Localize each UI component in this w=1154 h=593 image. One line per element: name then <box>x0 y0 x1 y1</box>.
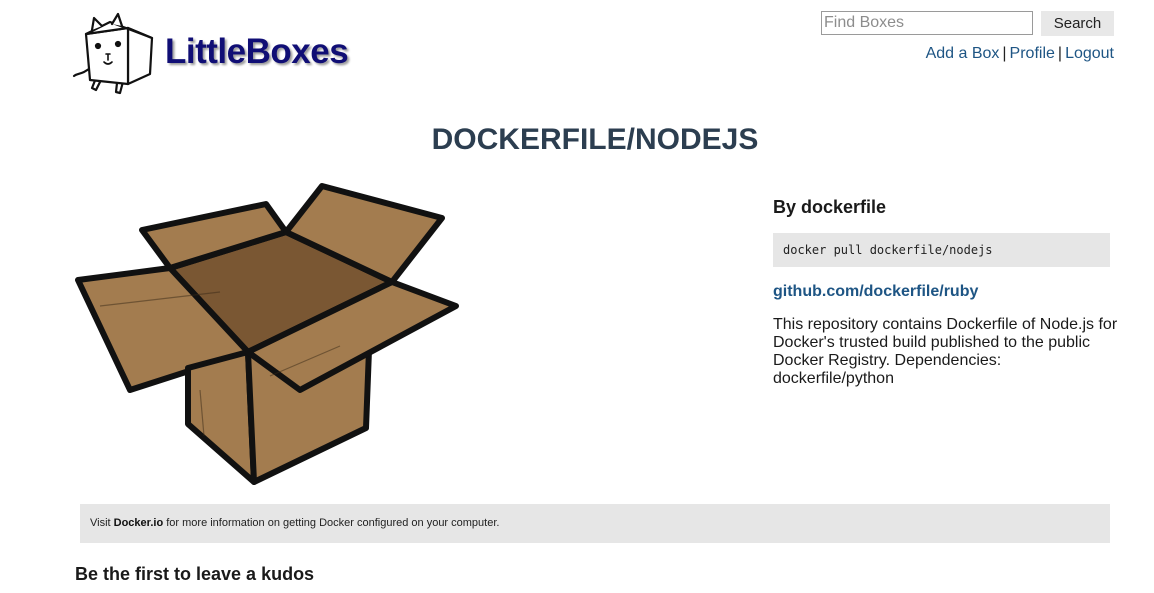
add-box-link[interactable]: Add a Box <box>926 45 1000 62</box>
nav-separator: | <box>1002 45 1007 62</box>
docker-pull-command[interactable]: docker pull dockerfile/nodejs <box>773 233 1110 267</box>
page-title: DOCKERFILE/NODEJS <box>431 123 759 156</box>
page: LittleBoxes Search Add a Box|Profile|Log… <box>0 0 1154 593</box>
docker-info-banner: Visit Docker.io for more information on … <box>80 504 1110 543</box>
kudos-heading: Be the first to leave a kudos <box>75 564 315 584</box>
github-repo-link[interactable]: github.com/dockerfile/ruby <box>773 282 978 302</box>
info-suffix: for more information on getting Docker c… <box>163 517 500 529</box>
box-cat-logo-icon[interactable] <box>70 8 160 98</box>
docker-io-link[interactable]: Docker.io <box>114 517 164 529</box>
user-nav: Add a Box | Profile | Logout <box>926 44 1114 64</box>
info-prefix: Visit <box>90 517 114 529</box>
profile-link[interactable]: Profile <box>1010 45 1055 62</box>
search-input[interactable] <box>821 11 1033 35</box>
search-button[interactable]: Search <box>1041 11 1114 36</box>
logout-link[interactable]: Logout <box>1065 45 1114 62</box>
nav-separator: | <box>1057 45 1063 62</box>
author-heading: By dockerfile <box>773 197 887 217</box>
repository-description: This repository contains Dockerfile of N… <box>773 316 1118 387</box>
open-cardboard-box-icon <box>75 183 459 485</box>
site-logo-text[interactable]: LittleBoxes <box>165 30 349 74</box>
